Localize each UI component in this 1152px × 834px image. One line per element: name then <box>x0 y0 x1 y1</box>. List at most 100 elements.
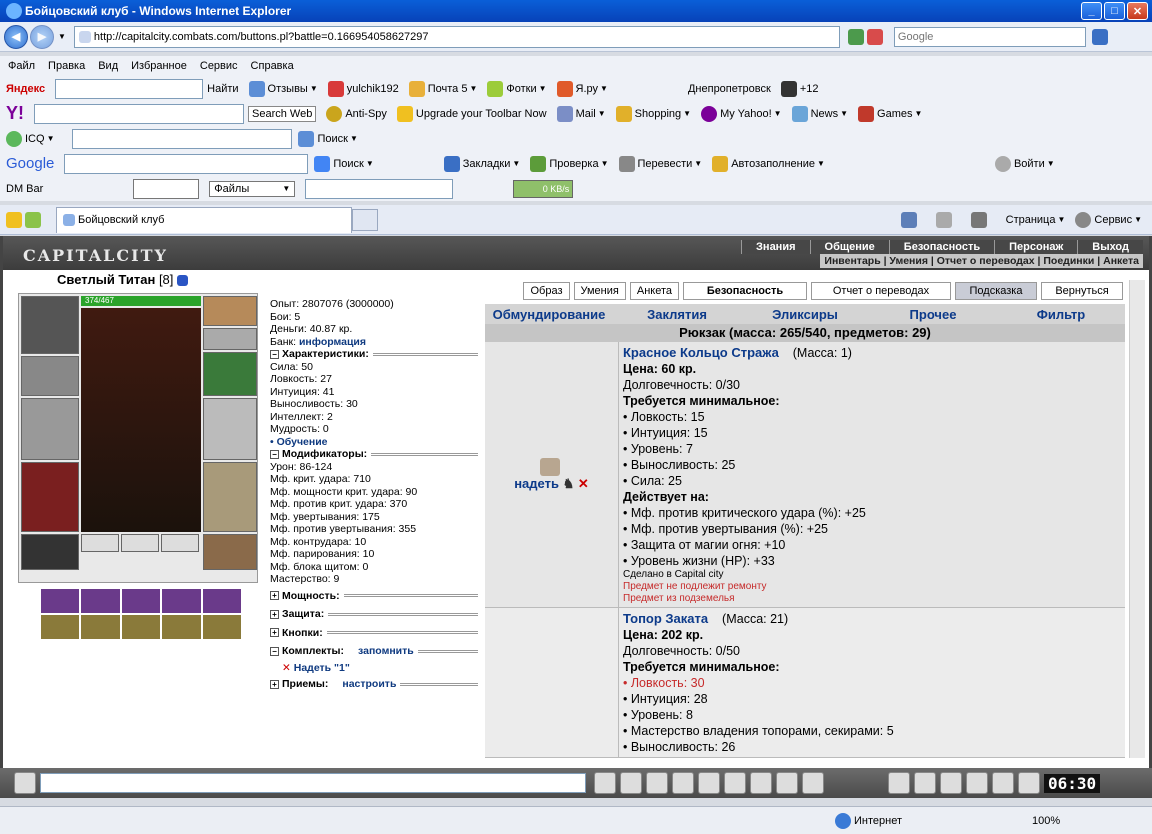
dmbar-files-select[interactable]: Файлы ▼ <box>209 180 296 197</box>
helmet-slot[interactable] <box>21 296 79 354</box>
training-link[interactable]: • Обучение <box>270 436 482 449</box>
icq-search-button[interactable]: Поиск ▼ <box>298 130 358 147</box>
dmbar-url-input[interactable] <box>305 178 454 199</box>
shield-slot[interactable] <box>203 398 257 460</box>
add-favorite-icon[interactable] <box>25 211 41 228</box>
google-bookmarks[interactable]: Закладки ▼ <box>443 155 520 172</box>
inventory-scrollbar[interactable] <box>1129 280 1145 758</box>
google-autofill[interactable]: Автозаполнение ▼ <box>712 155 825 172</box>
friends-icon[interactable] <box>940 772 962 794</box>
yandex-reviews[interactable]: Отзывы ▼ <box>248 80 318 97</box>
legs-slot[interactable] <box>203 462 257 532</box>
icq-search-input[interactable] <box>72 128 293 149</box>
button-hint[interactable]: Подсказка <box>955 282 1037 300</box>
weapon-slot[interactable] <box>21 398 79 460</box>
refresh-icon[interactable] <box>847 28 864 45</box>
search-input[interactable] <box>893 26 1086 47</box>
boots-slot[interactable] <box>203 534 257 570</box>
fight-icon[interactable] <box>698 772 720 794</box>
yandex-photos[interactable]: Фотки ▼ <box>487 80 547 97</box>
quick-slot-10[interactable] <box>202 615 241 639</box>
favorites-star-icon[interactable] <box>6 211 22 228</box>
sound-icon[interactable] <box>750 772 772 794</box>
feeds-icon[interactable] <box>935 211 952 228</box>
translit-icon[interactable] <box>724 772 746 794</box>
item-name[interactable]: Красное Кольцо Стража <box>623 345 779 360</box>
nav-communication[interactable]: Общение <box>809 240 889 254</box>
chat-mode-icon[interactable] <box>14 772 36 794</box>
yahoo-search-web-button[interactable]: Search Web <box>248 105 317 122</box>
flag-icon[interactable] <box>992 772 1014 794</box>
power-header[interactable]: + Мощность: <box>270 590 482 603</box>
save-icon[interactable] <box>672 772 694 794</box>
print-icon[interactable] <box>970 211 987 228</box>
menu-tools[interactable]: Сервис <box>200 60 238 72</box>
nav-exit[interactable]: Выход <box>1077 240 1143 254</box>
tab-other[interactable]: Прочее <box>869 307 997 322</box>
zoom-level[interactable]: 100% <box>1032 815 1060 827</box>
wear-item-link[interactable]: надеть ♞ ✕ <box>514 476 589 492</box>
new-tab-button[interactable] <box>352 208 378 231</box>
yahoo-shopping[interactable]: Shopping ▼ <box>615 105 691 122</box>
modifiers-header[interactable]: − Модификаторы: <box>270 448 482 461</box>
menu-file[interactable]: Файл <box>8 60 35 72</box>
tab-equipment[interactable]: Обмундирование <box>485 307 613 322</box>
menu-edit[interactable]: Правка <box>48 60 85 72</box>
google-spellcheck[interactable]: Проверка ▼ <box>530 155 609 172</box>
google-search-input[interactable] <box>64 153 309 174</box>
yahoo-news[interactable]: News ▼ <box>791 105 848 122</box>
helmet-icon[interactable] <box>802 772 824 794</box>
nav-security[interactable]: Безопасность <box>888 240 995 254</box>
smile-icon[interactable] <box>776 772 798 794</box>
button-transfer-report[interactable]: Отчет о переводах <box>811 282 951 300</box>
send-icon[interactable] <box>594 772 616 794</box>
nav-character[interactable]: Персонаж <box>994 240 1078 254</box>
quick-slot-3[interactable] <box>121 589 161 613</box>
yahoo-search-input[interactable] <box>34 103 244 124</box>
home-icon[interactable] <box>900 211 917 228</box>
quick-slot-7[interactable] <box>81 615 120 639</box>
bag-slot-1[interactable] <box>81 534 119 552</box>
tricks-header[interactable]: + Приемы: настроить <box>270 678 482 691</box>
forum-icon[interactable] <box>914 772 936 794</box>
delete-item-icon[interactable]: ✕ <box>578 476 589 491</box>
bank-info-link[interactable]: информация <box>299 336 366 348</box>
yandex-find-button[interactable]: Найти <box>207 83 238 95</box>
history-dropdown[interactable]: ▼ <box>58 32 66 41</box>
yandex-weather[interactable]: +12 <box>780 80 819 97</box>
minimize-button[interactable]: _ <box>1081 2 1102 20</box>
page-menu[interactable]: Страница ▼ <box>1006 214 1066 226</box>
house-icon[interactable] <box>966 772 988 794</box>
game-sub-nav[interactable]: Инвентарь | Умения | Отчет о переводах |… <box>820 254 1143 268</box>
stop-icon[interactable] <box>866 28 883 45</box>
wear-set-link[interactable]: Надеть "1" <box>294 662 350 674</box>
menu-help[interactable]: Справка <box>251 60 294 72</box>
menu-favorites[interactable]: Избранное <box>131 60 187 72</box>
button-profile[interactable]: Анкета <box>629 282 679 300</box>
tab-elixirs[interactable]: Эликсиры <box>741 307 869 322</box>
google-search-button[interactable]: Поиск ▼ <box>314 155 374 172</box>
quick-slot-9[interactable] <box>162 615 201 639</box>
search-icon[interactable] <box>1091 28 1108 45</box>
belt-slot[interactable] <box>21 534 79 570</box>
inventory-icon[interactable] <box>888 772 910 794</box>
remember-set-link[interactable]: запомнить <box>358 645 414 658</box>
quick-slot-8[interactable] <box>121 615 161 639</box>
tab-spells[interactable]: Заклятия <box>613 307 741 322</box>
nav-knowledge[interactable]: Знания <box>741 240 810 254</box>
exit-icon[interactable] <box>1018 772 1040 794</box>
yandex-mail[interactable]: Почта 5 ▼ <box>408 80 477 97</box>
forward-button[interactable]: ▶ <box>30 24 54 49</box>
yahoo-games[interactable]: Games ▼ <box>858 105 922 122</box>
amulet-slot[interactable] <box>203 296 257 326</box>
yahoo-mail[interactable]: Mail ▼ <box>556 105 606 122</box>
clear-icon[interactable] <box>620 772 642 794</box>
menu-view[interactable]: Вид <box>98 60 118 72</box>
characteristics-header[interactable]: − Характеристики: <box>270 348 482 361</box>
yandex-user[interactable]: yulchik192 <box>327 80 399 97</box>
quick-slot-6[interactable] <box>41 615 80 639</box>
chat-input[interactable] <box>40 773 586 793</box>
quick-slot-1[interactable] <box>41 589 80 613</box>
rings-slot[interactable] <box>203 328 257 350</box>
address-bar[interactable]: http://capitalcity.combats.com/buttons.p… <box>73 25 840 48</box>
